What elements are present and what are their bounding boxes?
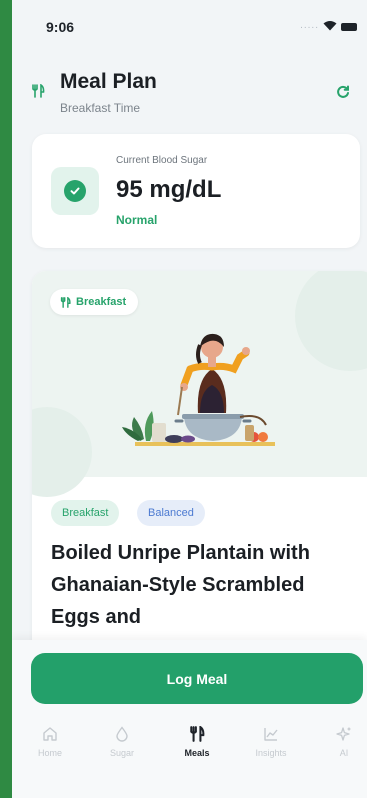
sparkle-icon: [336, 727, 351, 741]
meal-title: Boiled Unripe Plantain with Ghanaian-Sty…: [51, 542, 310, 628]
wifi-icon: [323, 18, 337, 36]
status-tile: [51, 167, 99, 215]
tab-label: Meals: [184, 748, 210, 758]
fork-knife-icon: [31, 83, 45, 103]
tab-label: AI: [339, 748, 349, 758]
status-bar: 9:06 .....: [12, 0, 367, 54]
blood-sugar-card[interactable]: Current Blood Sugar 95 mg/dL Normal: [32, 134, 360, 248]
blood-sugar-status: Normal: [116, 213, 158, 227]
fork-knife-icon: [190, 726, 205, 742]
tab-home[interactable]: Home: [22, 724, 78, 758]
tab-insights[interactable]: Insights: [243, 724, 299, 758]
page-title: Meal Plan: [60, 70, 157, 93]
refresh-icon: [337, 85, 349, 98]
signal-dots: .....: [300, 19, 319, 31]
cook-illustration: [122, 333, 275, 446]
meal-card[interactable]: Breakfast Breakfast Balanced Boiled Unri…: [32, 271, 367, 691]
battery-icon: [341, 23, 357, 31]
home-icon: [43, 727, 57, 741]
tab-ai[interactable]: AI: [316, 724, 367, 758]
header: Meal Plan Breakfast Time: [12, 66, 367, 126]
meal-hero: Breakfast: [32, 271, 367, 497]
bottom-panel: Log Meal Home Sugar Meals Insights AI: [12, 640, 367, 798]
check-icon: [64, 180, 86, 202]
app-screen: 9:06 ..... Meal Plan Breakfast Time Curr…: [12, 0, 367, 798]
tab-sugar[interactable]: Sugar: [94, 724, 150, 758]
page-subtitle: Breakfast Time: [60, 101, 141, 115]
status-icons: .....: [300, 18, 357, 36]
chart-icon: [264, 728, 278, 741]
status-time: 9:06: [46, 19, 75, 35]
drop-icon: [116, 726, 128, 742]
log-meal-button[interactable]: Log Meal: [31, 653, 363, 704]
blood-sugar-label: Current Blood Sugar: [116, 155, 208, 166]
refresh-button[interactable]: [333, 82, 353, 102]
meal-type-chip: Breakfast: [50, 289, 139, 315]
meal-type-label: Breakfast: [76, 296, 127, 308]
fork-knife-icon: [60, 296, 71, 308]
tag-breakfast: Breakfast: [51, 500, 120, 526]
tab-label: Insights: [255, 748, 287, 758]
tag-balanced: Balanced: [137, 500, 205, 526]
tab-meals[interactable]: Meals: [169, 724, 225, 758]
tab-label: Sugar: [109, 748, 135, 758]
tab-label: Home: [37, 748, 62, 758]
tab-bar: Home Sugar Meals Insights AI: [12, 724, 367, 764]
blood-sugar-value: 95 mg/dL: [116, 176, 222, 203]
decor-blob: [32, 407, 92, 497]
decor-blob: [295, 271, 367, 371]
